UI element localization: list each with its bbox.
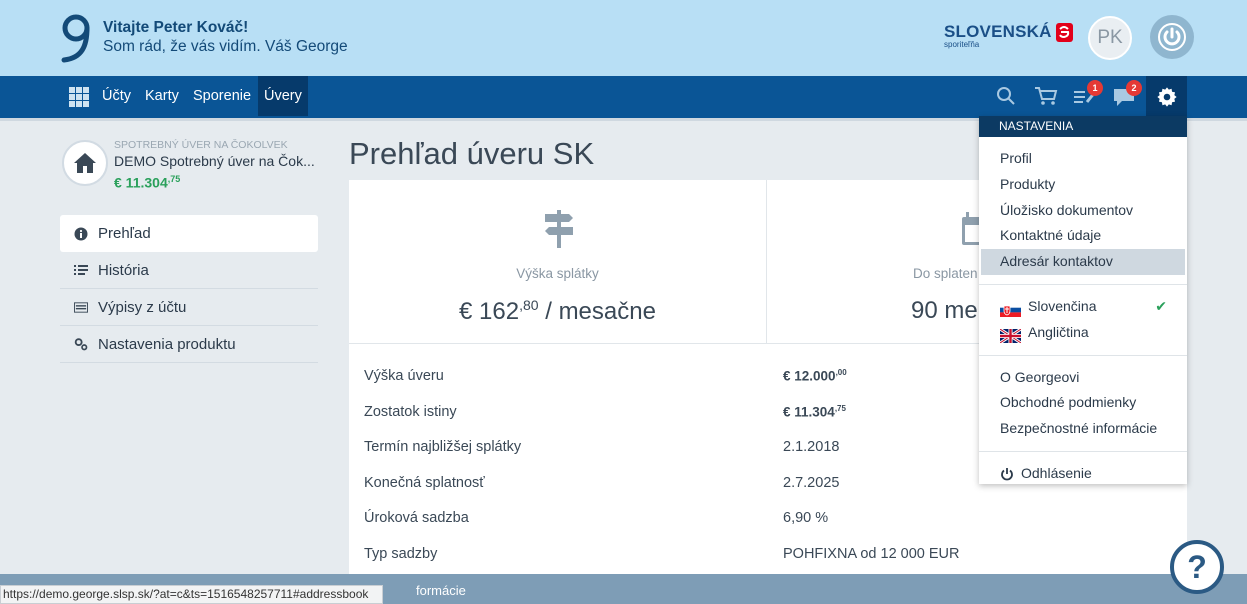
checkmark-icon: ✔ bbox=[1155, 297, 1167, 314]
menu-divider bbox=[979, 354, 1187, 356]
bank-name: SLOVENSKÁ bbox=[944, 22, 1052, 41]
messages-badge: 2 bbox=[1126, 80, 1142, 96]
menu-item-obchodne-podmienky[interactable]: Obchodné podmienky bbox=[979, 390, 1187, 416]
side-item-prehlad[interactable]: Prehľad bbox=[60, 215, 318, 252]
row-value: 6,90 % bbox=[783, 510, 829, 527]
row-value: € 11.304,75 bbox=[783, 403, 846, 420]
cogs-icon bbox=[74, 337, 88, 351]
settings-gear-icon[interactable] bbox=[1146, 76, 1187, 118]
main-navbar: Účty Karty Sporenie Úvery 1 2 bbox=[0, 76, 1247, 118]
table-row: Úroková sadzba 6,90 % bbox=[349, 502, 1187, 538]
list-icon bbox=[74, 263, 88, 277]
avatar[interactable]: PK bbox=[1088, 16, 1132, 60]
table-row: Typ sadzby POHFIXNA od 12 000 EUR bbox=[349, 538, 1187, 574]
side-item-historia[interactable]: História bbox=[60, 252, 318, 289]
messages-icon[interactable]: 2 bbox=[1112, 80, 1142, 108]
side-item-label: Prehľad bbox=[98, 225, 151, 242]
dropdown-header: NASTAVENIA bbox=[979, 116, 1187, 137]
slovak-flag-icon bbox=[1000, 300, 1021, 317]
bottom-bar-text: formácie bbox=[416, 583, 466, 598]
menu-item-produkty[interactable]: Produkty bbox=[979, 172, 1187, 198]
menu-item-kontaktne-udaje[interactable]: Kontaktné údaje bbox=[979, 223, 1187, 249]
product-amount: € 11.304,75 bbox=[114, 174, 181, 191]
row-key: Typ sadzby bbox=[364, 545, 438, 562]
installment-tile: Výška splátky € 162,80 / mesačne bbox=[349, 180, 767, 343]
menu-item-odhlasenie[interactable]: Odhlásenie bbox=[979, 461, 1187, 487]
power-small-icon bbox=[1000, 467, 1014, 481]
menu-item-o-georgeovi[interactable]: O Georgeovi bbox=[979, 365, 1187, 391]
row-key: Výška úveru bbox=[364, 368, 444, 384]
settings-dropdown: NASTAVENIA Profil Produkty Úložisko doku… bbox=[979, 116, 1187, 484]
installment-label: Výška splátky bbox=[516, 266, 599, 281]
side-item-label: Nastavenia produktu bbox=[98, 335, 236, 353]
language-label: Angličtina bbox=[1028, 323, 1089, 340]
tasks-badge: 1 bbox=[1087, 80, 1103, 96]
apps-grid-icon[interactable] bbox=[69, 87, 89, 107]
greeting-title: Vitajte Peter Kováč! bbox=[103, 19, 249, 36]
side-item-nastavenia[interactable]: Nastavenia produktu bbox=[60, 326, 318, 363]
installment-value: € 162,80 / mesačne bbox=[459, 297, 656, 325]
info-icon bbox=[74, 227, 88, 241]
george-logo-icon[interactable] bbox=[60, 14, 94, 64]
cart-icon[interactable] bbox=[1034, 86, 1060, 108]
nav-item-ucty[interactable]: Účty bbox=[102, 76, 131, 116]
nav-item-sporenie[interactable]: Sporenie bbox=[193, 76, 251, 116]
product-category: SPOTREBNÝ ÚVER NA ČOKOLVEK bbox=[114, 139, 288, 151]
house-icon bbox=[62, 140, 108, 186]
page-title: Prehľad úveru SK bbox=[349, 136, 595, 171]
side-item-label: História bbox=[98, 261, 149, 279]
product-name: DEMO Spotrebný úver na Čok... bbox=[114, 153, 315, 169]
nav-item-uvery[interactable]: Úvery bbox=[258, 76, 308, 116]
menu-item-profil[interactable]: Profil bbox=[979, 146, 1187, 172]
menu-item-adresar[interactable]: Adresár kontaktov bbox=[981, 249, 1185, 275]
power-icon[interactable] bbox=[1150, 15, 1194, 59]
menu-item-anglictina[interactable]: Angličtina bbox=[979, 320, 1187, 346]
menu-divider bbox=[979, 450, 1187, 452]
help-question-icon[interactable]: ? bbox=[1170, 540, 1224, 594]
row-value: 2.1.2018 bbox=[783, 439, 840, 456]
side-menu: Prehľad História Výpisy z účtu Nastaveni… bbox=[60, 215, 318, 363]
tasks-icon[interactable]: 1 bbox=[1073, 80, 1103, 108]
menu-divider bbox=[979, 283, 1187, 285]
row-value: POHFIXNA od 12 000 EUR bbox=[783, 545, 960, 562]
side-item-vypisy[interactable]: Výpisy z účtu bbox=[60, 289, 318, 326]
signpost-icon bbox=[545, 210, 573, 248]
logout-label: Odhlásenie bbox=[1021, 464, 1092, 481]
status-bar-url: https://demo.george.slsp.sk/?at=c&ts=151… bbox=[0, 585, 384, 604]
search-icon[interactable] bbox=[996, 86, 1022, 108]
language-label: Slovenčina bbox=[1028, 297, 1097, 314]
row-key: Zostatok istiny bbox=[364, 403, 457, 420]
statement-icon bbox=[74, 300, 88, 314]
row-key: Termín najbližšej splátky bbox=[364, 439, 522, 456]
bank-logo[interactable]: SLOVENSKÁ sporiteľňa bbox=[944, 22, 1073, 49]
menu-item-ulozisko[interactable]: Úložisko dokumentov bbox=[979, 198, 1187, 224]
row-value: € 12.000,00 bbox=[783, 368, 847, 384]
row-value: 2.7.2025 bbox=[783, 474, 840, 491]
greeting: Vitajte Peter Kováč! Som rád, že vás vid… bbox=[103, 18, 348, 56]
menu-item-slovencina[interactable]: Slovenčina ✔ bbox=[979, 294, 1187, 320]
uk-flag-icon bbox=[999, 326, 1022, 344]
menu-item-bezpecnostne-info[interactable]: Bezpečnostné informácie bbox=[979, 416, 1187, 442]
row-key: Konečná splatnosť bbox=[364, 474, 485, 491]
row-key: Úroková sadzba bbox=[364, 510, 469, 527]
product-card[interactable]: SPOTREBNÝ ÚVER NA ČOKOLVEK DEMO Spotrebn… bbox=[62, 138, 332, 192]
greeting-subtitle: Som rád, že vás vidím. Váš George bbox=[103, 38, 348, 55]
side-item-label: Výpisy z účtu bbox=[98, 298, 187, 316]
bank-s-logo-icon bbox=[1055, 22, 1073, 42]
top-header: Vitajte Peter Kováč! Som rád, že vás vid… bbox=[0, 0, 1247, 76]
nav-item-karty[interactable]: Karty bbox=[145, 76, 179, 116]
